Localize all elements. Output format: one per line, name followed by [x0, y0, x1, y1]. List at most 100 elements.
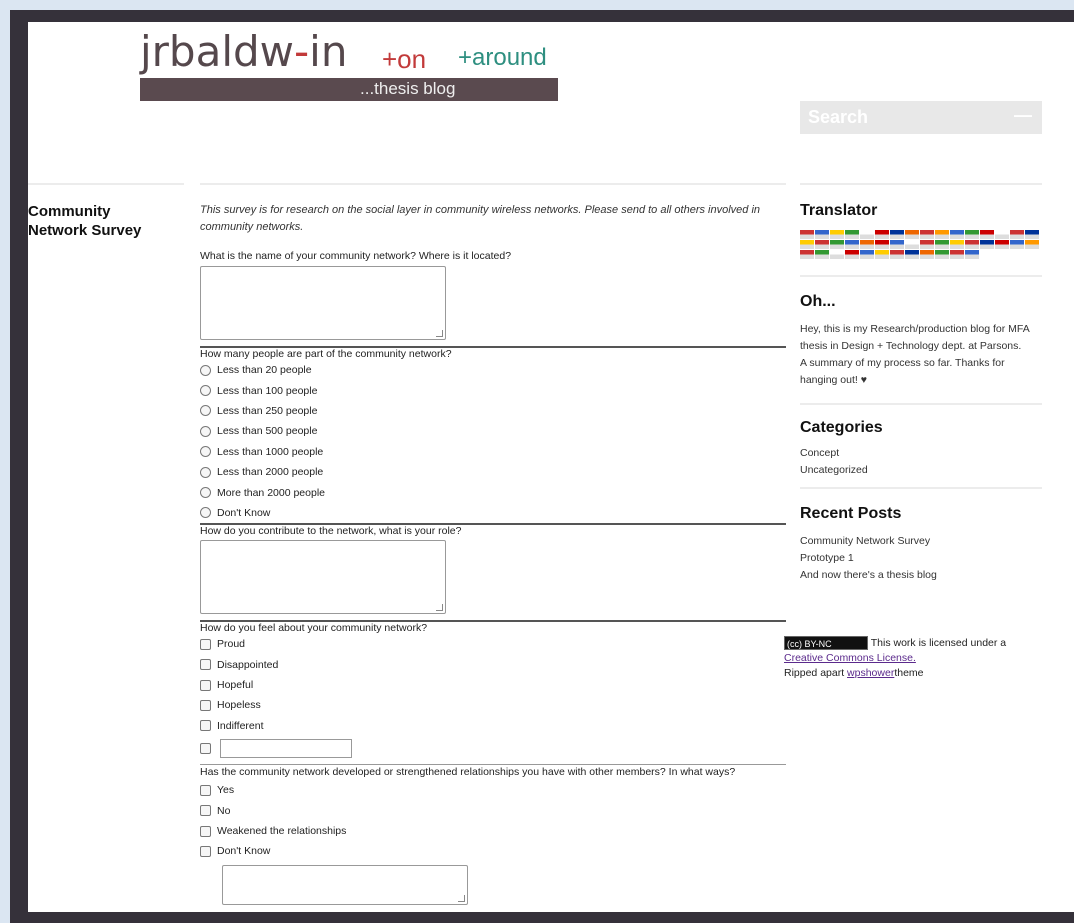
feelings-option[interactable]: Proud	[200, 634, 786, 654]
people-count-radio[interactable]	[200, 446, 211, 458]
feelings-other-row	[200, 736, 786, 760]
flag-icon[interactable]	[1025, 240, 1039, 249]
flag-icon[interactable]	[845, 250, 859, 259]
flag-icon[interactable]	[800, 230, 814, 239]
flag-icon[interactable]	[1010, 230, 1024, 239]
about-text: Hey, this is my Research/production blog…	[800, 323, 1030, 352]
flag-icon[interactable]	[1010, 240, 1024, 249]
flag-icon[interactable]	[815, 230, 829, 239]
people-count-option[interactable]: More than 2000 people	[200, 482, 786, 502]
flag-icon[interactable]	[920, 240, 934, 249]
flag-icon[interactable]	[905, 250, 919, 259]
feelings-option-label: Hopeless	[217, 699, 261, 712]
flag-icon[interactable]	[1025, 230, 1039, 239]
people-count-option[interactable]: Less than 250 people	[200, 401, 786, 421]
flag-icon[interactable]	[830, 240, 844, 249]
people-count-radio[interactable]	[200, 487, 211, 499]
flag-icon[interactable]	[830, 230, 844, 239]
flag-icon[interactable]	[965, 230, 979, 239]
category-link[interactable]: Uncategorized	[800, 462, 1042, 479]
flag-icon[interactable]	[800, 250, 814, 259]
cc-license-badge[interactable]: (cc) BY-NC	[784, 636, 868, 651]
relationships-checkbox[interactable]	[200, 805, 211, 817]
flag-icon[interactable]	[935, 240, 949, 249]
relationships-textarea[interactable]	[222, 864, 468, 905]
flag-icon[interactable]	[800, 240, 814, 249]
flag-icon[interactable]	[980, 240, 994, 249]
recent-post-link[interactable]: Prototype 1	[800, 550, 1042, 567]
flag-icon[interactable]	[890, 240, 904, 249]
flag-icon[interactable]	[890, 230, 904, 239]
flag-icon[interactable]	[935, 230, 949, 239]
network-name-textarea[interactable]	[200, 266, 446, 340]
relationships-option[interactable]: Weakened the relationships	[200, 821, 786, 841]
flag-icon[interactable]	[860, 250, 874, 259]
flag-icon[interactable]	[905, 230, 919, 239]
people-count-radio[interactable]	[200, 405, 211, 417]
flag-icon[interactable]	[905, 240, 919, 249]
flag-icon[interactable]	[875, 240, 889, 249]
relationships-checkbox[interactable]	[200, 845, 211, 857]
wpshower-link[interactable]: wpshower	[847, 667, 894, 679]
flag-icon[interactable]	[935, 250, 949, 259]
divider	[800, 275, 1042, 277]
people-count-radio[interactable]	[200, 385, 211, 397]
feelings-checkbox[interactable]	[200, 679, 211, 691]
recent-post-link[interactable]: Community Network Survey	[800, 533, 1042, 550]
feelings-other-input[interactable]	[220, 738, 352, 758]
people-count-radio[interactable]	[200, 425, 211, 437]
search-input[interactable]: Search —	[800, 101, 1042, 134]
blog-logo[interactable]: jrbaldw-in +on +around ...thesis blog	[140, 28, 560, 101]
flag-icon[interactable]	[830, 250, 844, 259]
flag-icon[interactable]	[815, 240, 829, 249]
feelings-option[interactable]: Disappointed	[200, 655, 786, 675]
relationships-checkbox[interactable]	[200, 825, 211, 837]
flag-icon[interactable]	[965, 240, 979, 249]
people-count-option[interactable]: Don't Know	[200, 503, 786, 523]
flag-icon[interactable]	[965, 250, 979, 259]
flag-icon[interactable]	[950, 230, 964, 239]
feelings-option[interactable]: Indifferent	[200, 716, 786, 736]
relationships-option[interactable]: Yes	[200, 780, 786, 800]
feelings-option[interactable]: Hopeless	[200, 695, 786, 715]
feelings-checkbox[interactable]	[200, 699, 211, 711]
flag-icon[interactable]	[920, 250, 934, 259]
ripped-text: Ripped apart	[784, 667, 845, 679]
people-count-option[interactable]: Less than 100 people	[200, 380, 786, 400]
flag-icon[interactable]	[815, 250, 829, 259]
feelings-checkbox[interactable]	[200, 659, 211, 671]
relationships-option[interactable]: Don't Know	[200, 841, 786, 861]
category-link[interactable]: Concept	[800, 445, 1042, 462]
people-count-radio[interactable]	[200, 507, 211, 519]
people-count-option[interactable]: Less than 500 people	[200, 421, 786, 441]
feelings-option[interactable]: Hopeful	[200, 675, 786, 695]
people-count-radio[interactable]	[200, 364, 211, 376]
flag-icon[interactable]	[995, 230, 1009, 239]
people-count-option[interactable]: Less than 20 people	[200, 360, 786, 380]
people-count-radio[interactable]	[200, 466, 211, 478]
flag-icon[interactable]	[860, 240, 874, 249]
flag-icon[interactable]	[890, 250, 904, 259]
flag-icon[interactable]	[920, 230, 934, 239]
flag-icon[interactable]	[995, 240, 1009, 249]
search-button[interactable]: —	[1014, 105, 1032, 126]
relationships-checkbox[interactable]	[200, 784, 211, 796]
feelings-other-checkbox[interactable]	[200, 742, 211, 754]
feelings-checkbox[interactable]	[200, 638, 211, 650]
role-textarea[interactable]	[200, 540, 446, 615]
flag-icon[interactable]	[860, 230, 874, 239]
feelings-checkbox[interactable]	[200, 720, 211, 732]
relationships-option[interactable]: No	[200, 800, 786, 820]
flag-icon[interactable]	[875, 250, 889, 259]
flag-icon[interactable]	[950, 250, 964, 259]
flag-icon[interactable]	[875, 230, 889, 239]
question-people-count: How many people are part of the communit…	[200, 348, 452, 360]
cc-license-link[interactable]: Creative Commons License.	[784, 652, 916, 664]
flag-icon[interactable]	[845, 230, 859, 239]
recent-post-link[interactable]: And now there's a thesis blog	[800, 567, 1042, 584]
flag-icon[interactable]	[980, 230, 994, 239]
people-count-option[interactable]: Less than 1000 people	[200, 442, 786, 462]
flag-icon[interactable]	[950, 240, 964, 249]
people-count-option[interactable]: Less than 2000 people	[200, 462, 786, 482]
flag-icon[interactable]	[845, 240, 859, 249]
